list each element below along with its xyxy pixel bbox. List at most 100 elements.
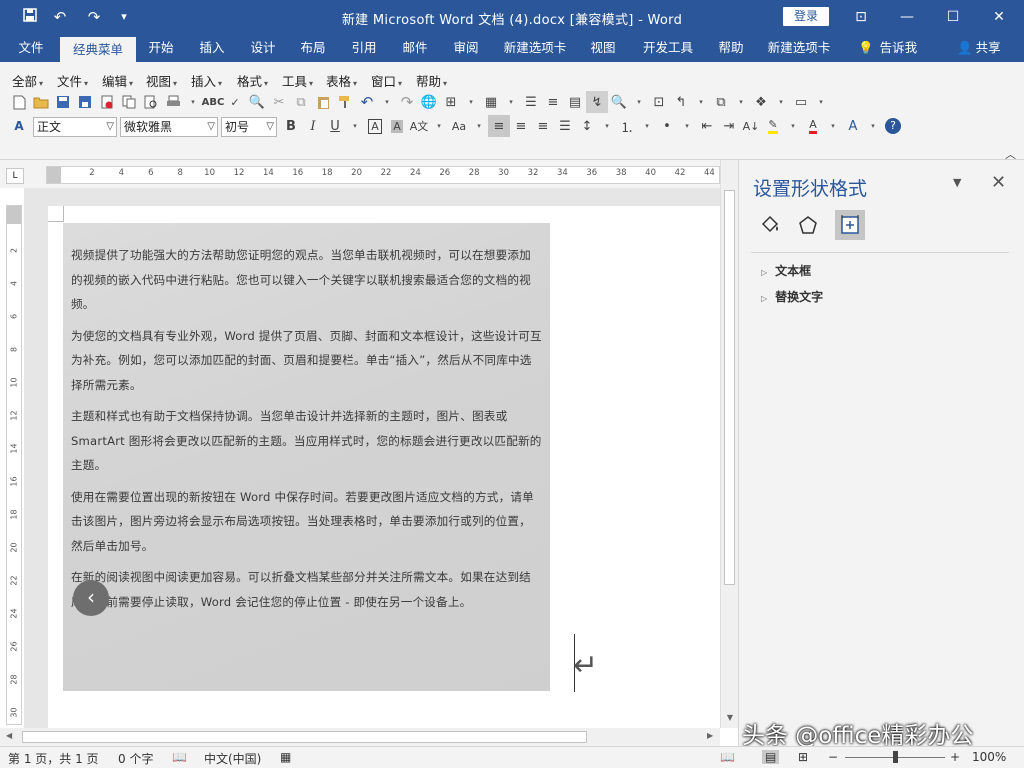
page-count[interactable]: 第 1 页，共 1 页 bbox=[8, 750, 99, 767]
tab-insert[interactable]: 插入 bbox=[191, 34, 233, 62]
tab-design[interactable]: 设计 bbox=[242, 34, 284, 62]
underline-dropdown-icon[interactable]: ▾ bbox=[346, 115, 364, 137]
print-preview-icon[interactable] bbox=[140, 91, 162, 113]
change-case-dropdown-icon[interactable]: ▾ bbox=[470, 115, 488, 137]
tab-help[interactable]: 帮助 bbox=[710, 34, 752, 62]
ribbon-display-options-icon[interactable]: ⊡ bbox=[838, 0, 884, 34]
numbering-dropdown-icon[interactable]: ▾ bbox=[638, 115, 656, 137]
font-color-dropdown-icon[interactable]: ▾ bbox=[824, 115, 842, 137]
copy-icon[interactable]: ⧉ bbox=[290, 91, 312, 113]
reading-layout-icon[interactable]: ▤ bbox=[564, 91, 586, 113]
document-map-icon[interactable]: ↯ bbox=[586, 91, 608, 113]
macro-record-icon[interactable]: ▦ bbox=[280, 750, 291, 764]
fill-line-icon[interactable] bbox=[755, 210, 785, 240]
tab-new-tab-1[interactable]: 新建选项卡 bbox=[500, 34, 570, 62]
login-button[interactable]: 登录 bbox=[783, 7, 829, 26]
print-options-icon[interactable]: ▾ bbox=[184, 91, 202, 113]
character-border-icon[interactable]: A bbox=[364, 115, 386, 137]
share-button[interactable]: 👤 共享 bbox=[957, 34, 1001, 62]
minimize-icon[interactable]: — bbox=[884, 0, 930, 34]
tab-references[interactable]: 引用 bbox=[343, 34, 385, 62]
menu-insert[interactable]: 插入 ▾ bbox=[191, 71, 222, 90]
horizontal-scrollbar[interactable]: ◀ ▶ bbox=[0, 728, 720, 746]
zoom-level[interactable]: 100% bbox=[972, 750, 1006, 764]
grammar-check-icon[interactable]: ✓ bbox=[224, 91, 246, 113]
bullets-icon[interactable]: • bbox=[656, 115, 678, 137]
redo-icon[interactable]: ↷ bbox=[396, 91, 418, 113]
align-right-icon[interactable]: ≡ bbox=[532, 115, 554, 137]
language-indicator[interactable]: 中文(中国) bbox=[204, 750, 261, 767]
zoom-in-button[interactable]: + bbox=[950, 750, 960, 764]
tab-home[interactable]: 开始 bbox=[140, 34, 182, 62]
print-layout-icon[interactable]: ▤ bbox=[762, 750, 780, 764]
tab-layout[interactable]: 布局 bbox=[292, 34, 334, 62]
word-count[interactable]: 0 个字 bbox=[118, 750, 153, 767]
menu-file[interactable]: 文件 ▾ bbox=[57, 71, 88, 90]
zoom-out-button[interactable]: − bbox=[828, 750, 838, 764]
menu-view[interactable]: 视图 ▾ bbox=[146, 71, 177, 90]
line-spacing-dropdown-icon[interactable]: ▾ bbox=[598, 115, 616, 137]
styles-icon[interactable]: ❖ bbox=[750, 91, 772, 113]
format-painter-icon[interactable] bbox=[334, 91, 356, 113]
text-effects-dropdown-icon[interactable]: ▾ bbox=[864, 115, 882, 137]
change-case-icon[interactable]: Aa bbox=[448, 115, 470, 137]
font-size-select[interactable]: 初号 ▽ bbox=[221, 117, 277, 137]
layout-properties-icon[interactable] bbox=[835, 210, 865, 240]
vertical-ruler[interactable]: 2 4 6 8 10 12 14 16 18 20 22 24 26 28 30 bbox=[6, 205, 22, 725]
open-folder-icon[interactable] bbox=[30, 91, 52, 113]
tab-new-tab-2[interactable]: 新建选项卡 bbox=[764, 34, 834, 62]
align-center-icon[interactable]: ≡ bbox=[510, 115, 532, 137]
vertical-scrollbar[interactable]: ▼ bbox=[720, 160, 738, 728]
styles-dropdown-icon[interactable]: ▾ bbox=[772, 91, 790, 113]
horizontal-scroll-thumb[interactable] bbox=[22, 731, 587, 743]
tab-developer[interactable]: 开发工具 bbox=[637, 34, 699, 62]
previous-arrow-button[interactable]: ‹ bbox=[73, 580, 109, 616]
inserted-picture[interactable]: 视频提供了功能强大的方法帮助您证明您的观点。当您单击联机视频时，可以在想要添加的… bbox=[63, 223, 550, 691]
view-icon[interactable]: ⊡ bbox=[648, 91, 670, 113]
tab-file[interactable]: 文件 bbox=[8, 34, 54, 62]
decrease-indent-icon[interactable]: ⇤ bbox=[696, 115, 718, 137]
print-icon[interactable] bbox=[162, 91, 184, 113]
zoom-icon[interactable]: 🔍 bbox=[608, 91, 630, 113]
show-marks-icon[interactable]: ≡ bbox=[542, 91, 564, 113]
phonetic-dropdown-icon[interactable]: ▾ bbox=[430, 115, 448, 137]
horizontal-ruler[interactable]: 2 4 6 8 10 12 14 16 18 20 22 24 26 28 30 32 34 36 38 40 42 44 bbox=[46, 166, 720, 184]
pane-close-icon[interactable]: ✕ bbox=[991, 172, 1006, 193]
borders-dropdown-icon[interactable]: ▾ bbox=[462, 91, 480, 113]
undo-dropdown-icon[interactable]: ▾ bbox=[378, 91, 396, 113]
italic-icon[interactable]: I bbox=[302, 115, 324, 137]
columns-icon[interactable]: ☰ bbox=[520, 91, 542, 113]
comment-dropdown-icon[interactable]: ▾ bbox=[692, 91, 710, 113]
pane-options-icon[interactable]: ▼ bbox=[953, 176, 961, 189]
proofing-icon[interactable]: 📖 bbox=[172, 750, 187, 764]
underline-icon[interactable]: U bbox=[324, 115, 346, 137]
highlight-icon[interactable]: ✎ bbox=[762, 115, 784, 137]
bullets-dropdown-icon[interactable]: ▾ bbox=[678, 115, 696, 137]
tab-selector[interactable]: L bbox=[6, 168, 24, 184]
effects-icon[interactable] bbox=[793, 210, 823, 240]
phonetic-guide-icon[interactable]: A文 bbox=[408, 115, 430, 137]
tell-me-box[interactable]: 💡 告诉我 bbox=[858, 34, 917, 62]
paste-icon[interactable] bbox=[312, 91, 334, 113]
tab-mailings[interactable]: 邮件 bbox=[394, 34, 436, 62]
align-left-icon[interactable]: ≡ bbox=[488, 115, 510, 137]
menu-help[interactable]: 帮助 ▾ bbox=[416, 71, 447, 90]
spelling-icon[interactable]: ABC bbox=[202, 91, 225, 113]
new-document-icon[interactable] bbox=[8, 91, 30, 113]
tab-review[interactable]: 审阅 bbox=[445, 34, 487, 62]
copy-doc-icon[interactable] bbox=[118, 91, 140, 113]
text-box-dropdown-icon[interactable]: ▾ bbox=[812, 91, 830, 113]
permission-icon[interactable] bbox=[96, 91, 118, 113]
menu-tools[interactable]: 工具 ▾ bbox=[282, 71, 313, 90]
menu-all[interactable]: 全部 ▾ bbox=[12, 71, 43, 90]
comment-icon[interactable]: ↰ bbox=[670, 91, 692, 113]
help-icon[interactable]: ? bbox=[882, 115, 904, 137]
line-spacing-icon[interactable]: ↕ bbox=[576, 115, 598, 137]
scroll-down-icon[interactable]: ▼ bbox=[721, 713, 739, 722]
save-icon[interactable] bbox=[52, 91, 74, 113]
style-gallery-icon[interactable]: A bbox=[8, 115, 30, 137]
menu-format[interactable]: 格式 ▾ bbox=[237, 71, 268, 90]
table-dropdown-icon[interactable]: ▾ bbox=[502, 91, 520, 113]
character-shading-icon[interactable]: A bbox=[386, 115, 408, 137]
borders-icon[interactable]: ⊞ bbox=[440, 91, 462, 113]
